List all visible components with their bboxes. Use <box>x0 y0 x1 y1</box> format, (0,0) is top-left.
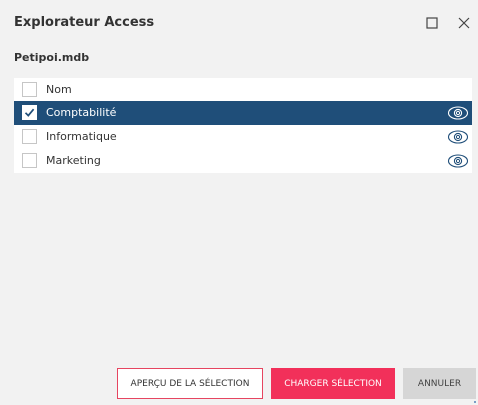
eye-icon[interactable] <box>447 153 469 169</box>
window-title: Explorateur Access <box>14 15 155 30</box>
list-item-comptabilite[interactable]: Comptabilité <box>14 101 472 125</box>
preview-selection-button[interactable]: APERÇU DE LA SÉLECTION <box>117 368 263 399</box>
file-name: Petipoi.mdb <box>14 51 90 64</box>
load-selection-button[interactable]: CHARGER SÉLECTION <box>271 368 395 399</box>
list-item-label: Comptabilité <box>46 106 117 119</box>
title-bar: Explorateur Access <box>0 0 478 50</box>
close-button[interactable] <box>455 14 473 32</box>
list-item-label: Marketing <box>46 154 101 167</box>
checkmark-icon <box>24 108 35 117</box>
item-checkbox[interactable] <box>22 129 37 144</box>
item-checkbox[interactable] <box>22 105 37 120</box>
maximize-button[interactable] <box>423 14 441 32</box>
eye-icon[interactable] <box>447 105 469 121</box>
select-all-checkbox[interactable] <box>22 82 37 97</box>
dialog-footer: APERÇU DE LA SÉLECTION CHARGER SÉLECTION… <box>0 368 478 400</box>
list-item-marketing[interactable]: Marketing <box>14 149 472 173</box>
resize-grip-icon[interactable] <box>472 399 476 403</box>
maximize-icon <box>426 17 438 29</box>
list-item-informatique[interactable]: Informatique <box>14 125 472 149</box>
cancel-button[interactable]: ANNULER <box>403 368 476 399</box>
column-header-name: Nom <box>46 83 72 96</box>
table-list: Nom Comptabilité Informatique Marketing <box>14 78 472 173</box>
list-header: Nom <box>14 78 472 101</box>
eye-icon[interactable] <box>447 129 469 145</box>
item-checkbox[interactable] <box>22 153 37 168</box>
list-item-label: Informatique <box>46 130 117 143</box>
close-icon <box>458 17 470 29</box>
